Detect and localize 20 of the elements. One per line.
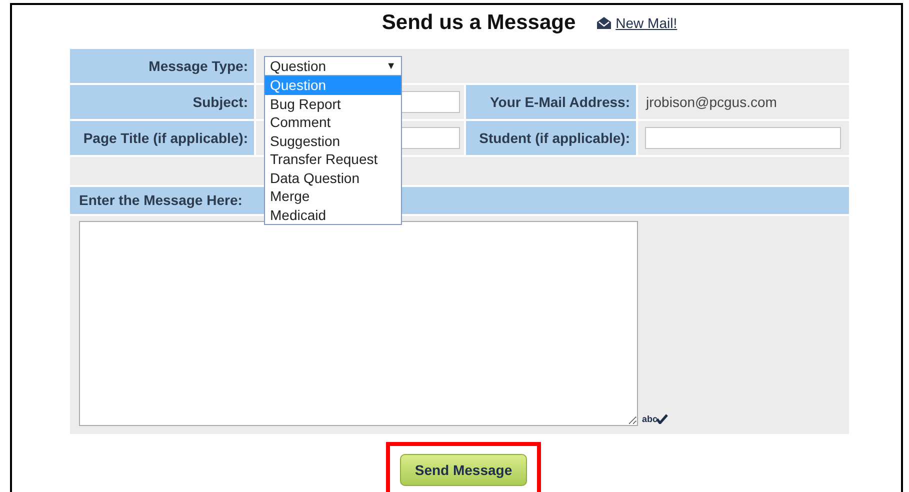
dropdown-option[interactable]: Comment bbox=[265, 113, 401, 132]
envelope-icon bbox=[596, 17, 612, 29]
dropdown-option[interactable]: Merge bbox=[265, 187, 401, 206]
email-value: jrobison@pcgus.com bbox=[646, 92, 777, 112]
field-label: Your E-Mail Address: bbox=[466, 85, 636, 119]
message-textarea[interactable] bbox=[79, 221, 638, 426]
field-label: Subject: bbox=[70, 85, 254, 119]
new-mail-link[interactable]: New Mail! bbox=[596, 12, 678, 34]
dropdown-option[interactable]: Data Question bbox=[265, 168, 401, 187]
spellcheck-button[interactable]: abc bbox=[642, 414, 668, 424]
dropdown-option[interactable]: Transfer Request bbox=[265, 150, 401, 168]
dropdown-option[interactable]: Bug Report bbox=[265, 94, 401, 113]
text-field[interactable] bbox=[645, 127, 841, 149]
field-label: Page Title (if applicable): bbox=[70, 121, 254, 155]
field-label: Message Type: bbox=[70, 49, 254, 83]
send-message-button[interactable]: Send Message bbox=[400, 454, 527, 486]
field-label: Student (if applicable): bbox=[466, 121, 636, 155]
message-type-select[interactable]: Question ▼ bbox=[264, 56, 402, 76]
page-title: Send us a Message bbox=[382, 10, 576, 36]
dropdown-option[interactable]: Suggestion bbox=[265, 132, 401, 150]
